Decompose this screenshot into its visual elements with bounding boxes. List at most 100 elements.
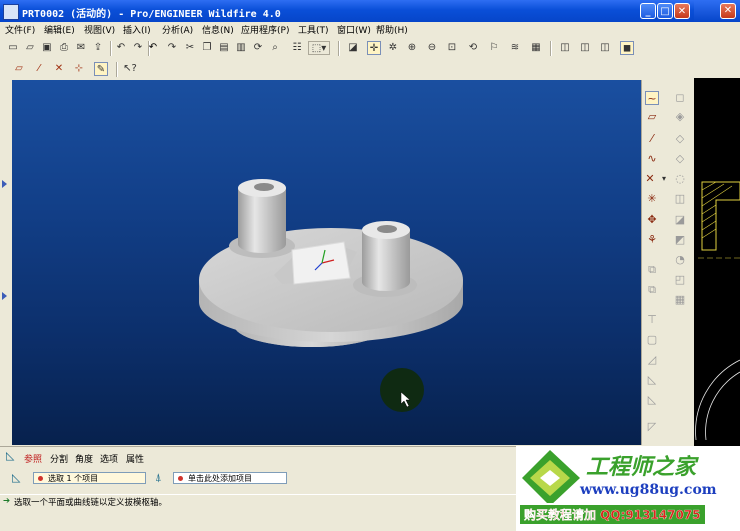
layers-icon[interactable]: ≋	[508, 41, 522, 55]
draft-surfaces-collector-text: 选取 1 个项目	[48, 474, 99, 483]
expand-navigator-icon[interactable]	[2, 292, 8, 300]
shell-icon[interactable]: ◫	[673, 192, 687, 206]
axis-display-icon[interactable]: ✛	[367, 41, 381, 55]
blend-icon[interactable]: ◇	[673, 152, 687, 166]
saved-views-icon[interactable]: ⚐	[487, 41, 501, 55]
expand-navigator-icon[interactable]	[2, 180, 8, 188]
zoom-out-icon[interactable]: ⊖	[425, 41, 439, 55]
tab-options[interactable]: 选项	[100, 452, 118, 465]
sketched-datum-icon[interactable]: ~	[645, 91, 659, 105]
toolbar-separator	[550, 41, 552, 56]
datum-point-dropdown-icon[interactable]: ▾	[657, 172, 671, 186]
menu-edit[interactable]: 编辑(E)	[44, 23, 75, 36]
tab-split[interactable]: 分割	[50, 452, 68, 465]
intersect-icon[interactable]: ◺	[645, 393, 659, 407]
maximize-button[interactable]: □	[657, 3, 673, 19]
menu-tools[interactable]: 工具(T)	[298, 23, 329, 36]
print-icon[interactable]: ⎙	[57, 41, 71, 55]
datum-plane-tool-icon[interactable]: ▱	[645, 110, 659, 124]
round-icon[interactable]: ◔	[673, 253, 687, 267]
toolbar-separator	[338, 41, 340, 56]
draft-feature-icon: ◺	[6, 449, 15, 462]
proe-app-icon[interactable]	[3, 4, 19, 20]
copy-feature-icon[interactable]: ⧉	[645, 263, 659, 277]
datum-point-tool-icon[interactable]: ✕	[643, 172, 657, 186]
menu-insert[interactable]: 插入(I)	[123, 23, 151, 36]
save-icon[interactable]: ▣	[40, 41, 54, 55]
extend-icon[interactable]: ◿	[645, 353, 659, 367]
no-hidden-icon[interactable]: ◫	[598, 41, 612, 55]
model-tree-icon[interactable]: ☷	[290, 41, 304, 55]
draft-surfaces-collector[interactable]: 选取 1 个项目	[33, 472, 146, 484]
email-icon[interactable]: ✉	[74, 41, 88, 55]
hidden-line-icon[interactable]: ◫	[578, 41, 592, 55]
revolve-icon[interactable]: ◈	[673, 110, 687, 124]
analysis-feature-icon[interactable]: ✥	[645, 213, 659, 227]
refit-icon[interactable]: ⊡	[445, 41, 459, 55]
paste-icon[interactable]: ▤	[217, 41, 231, 55]
menu-help[interactable]: 帮助(H)	[376, 23, 408, 36]
extrude-icon[interactable]: ◻	[673, 91, 687, 105]
menu-file[interactable]: 文件(F)	[5, 23, 35, 36]
window-title-bar[interactable]: PRT0002 (活动的) - Pro/ENGINEER Wildfire 4.…	[0, 0, 694, 22]
sweep-icon[interactable]: ◇	[673, 132, 687, 146]
datum-curve-tool-icon[interactable]: ∿	[645, 152, 659, 166]
zoom-in-icon[interactable]: ⊕	[405, 41, 419, 55]
feature-dashboard: ◺ 参照 分割 角度 选项 属性 ◺ 选取 1 个项目 ⍋ 单击此处添加项目	[0, 446, 516, 495]
close-button[interactable]: ✕	[674, 3, 690, 19]
sketch-icon[interactable]: ✎	[94, 62, 108, 76]
datum-axis-tool-icon[interactable]: ⁄	[645, 132, 659, 146]
offset-icon[interactable]: ▢	[645, 333, 659, 347]
copy-icon[interactable]: ❐	[200, 41, 214, 55]
regenerate-icon[interactable]: ⟳	[251, 41, 265, 55]
undo-icon[interactable]: ↶	[114, 41, 128, 55]
menu-window[interactable]: 窗口(W)	[337, 23, 371, 36]
menu-bar: 文件(F) 编辑(E) 视图(V) 插入(I) 分析(A) 信息(N) 应用程序…	[0, 22, 694, 38]
solidify-icon[interactable]: ◸	[645, 420, 659, 434]
axis-icon[interactable]: ⁄	[32, 62, 46, 76]
cut-icon[interactable]: ✂	[183, 41, 197, 55]
rib-icon[interactable]: ◪	[673, 213, 687, 227]
hole-icon[interactable]: ◌	[673, 172, 687, 186]
menu-analysis[interactable]: 分析(A)	[162, 23, 193, 36]
draft-hinge-collector-text: 单击此处添加项目	[188, 474, 252, 483]
reorient-icon[interactable]: ⟲	[466, 41, 480, 55]
open-icon[interactable]: ▱	[23, 41, 37, 55]
redo-active-icon[interactable]: ↷	[165, 41, 179, 55]
paste-special-icon[interactable]: ▥	[234, 41, 248, 55]
send-icon[interactable]: ⇪	[91, 41, 105, 55]
coordinate-system-icon[interactable]: ⊹	[72, 62, 86, 76]
insert-udf-icon[interactable]: ⚘	[645, 233, 659, 247]
point-icon[interactable]: ✕	[52, 62, 66, 76]
trim-icon[interactable]: ⊤	[645, 313, 659, 327]
help-whats-this-icon[interactable]: ↖?	[123, 62, 137, 76]
merge-icon[interactable]: ◺	[645, 373, 659, 387]
tab-properties[interactable]: 属性	[126, 452, 144, 465]
menu-info[interactable]: 信息(N)	[202, 23, 234, 36]
csys-tool-icon[interactable]: ✳	[645, 192, 659, 206]
plane-icon[interactable]: ▱	[12, 62, 26, 76]
draft-hinge-collector[interactable]: 单击此处添加项目	[173, 472, 287, 484]
point-display-icon[interactable]: ✲	[386, 41, 400, 55]
minimize-button[interactable]: _	[640, 3, 656, 19]
chamfer-icon[interactable]: ◰	[673, 273, 687, 287]
menu-applications[interactable]: 应用程序(P)	[241, 23, 289, 36]
graphics-window[interactable]	[12, 80, 641, 445]
pattern-icon[interactable]: ▦	[673, 293, 687, 307]
draft-icon[interactable]: ◩	[673, 233, 687, 247]
tab-angles[interactable]: 角度	[75, 452, 93, 465]
select-box-icon[interactable]: ⬚▾	[308, 41, 330, 55]
redo-icon[interactable]: ↷	[131, 41, 145, 55]
ad-brand: 工程师之家	[586, 454, 697, 480]
find-icon[interactable]: ⌕	[268, 41, 282, 55]
new-icon[interactable]: ▭	[6, 41, 20, 55]
feature-toolbar: ~ ▱ ⁄ ∿ ✕ ▾ ✳ ✥ ⚘ ⧉ ⧉ ⊤ ▢ ◿ ◺ ◺ ◸ ◻ ◈ ◇ …	[641, 80, 695, 445]
menu-view[interactable]: 视图(V)	[84, 23, 115, 36]
wireframe-icon[interactable]: ◫	[558, 41, 572, 55]
mirror-icon[interactable]: ⧉	[645, 283, 659, 297]
view-manager-icon[interactable]: ▦	[529, 41, 543, 55]
shaded-icon[interactable]: ◼	[620, 41, 634, 55]
tab-references[interactable]: 参照	[24, 452, 42, 465]
datum-plane-display-icon[interactable]: ◪	[346, 41, 360, 55]
undo-active-icon[interactable]: ↶	[146, 41, 160, 55]
